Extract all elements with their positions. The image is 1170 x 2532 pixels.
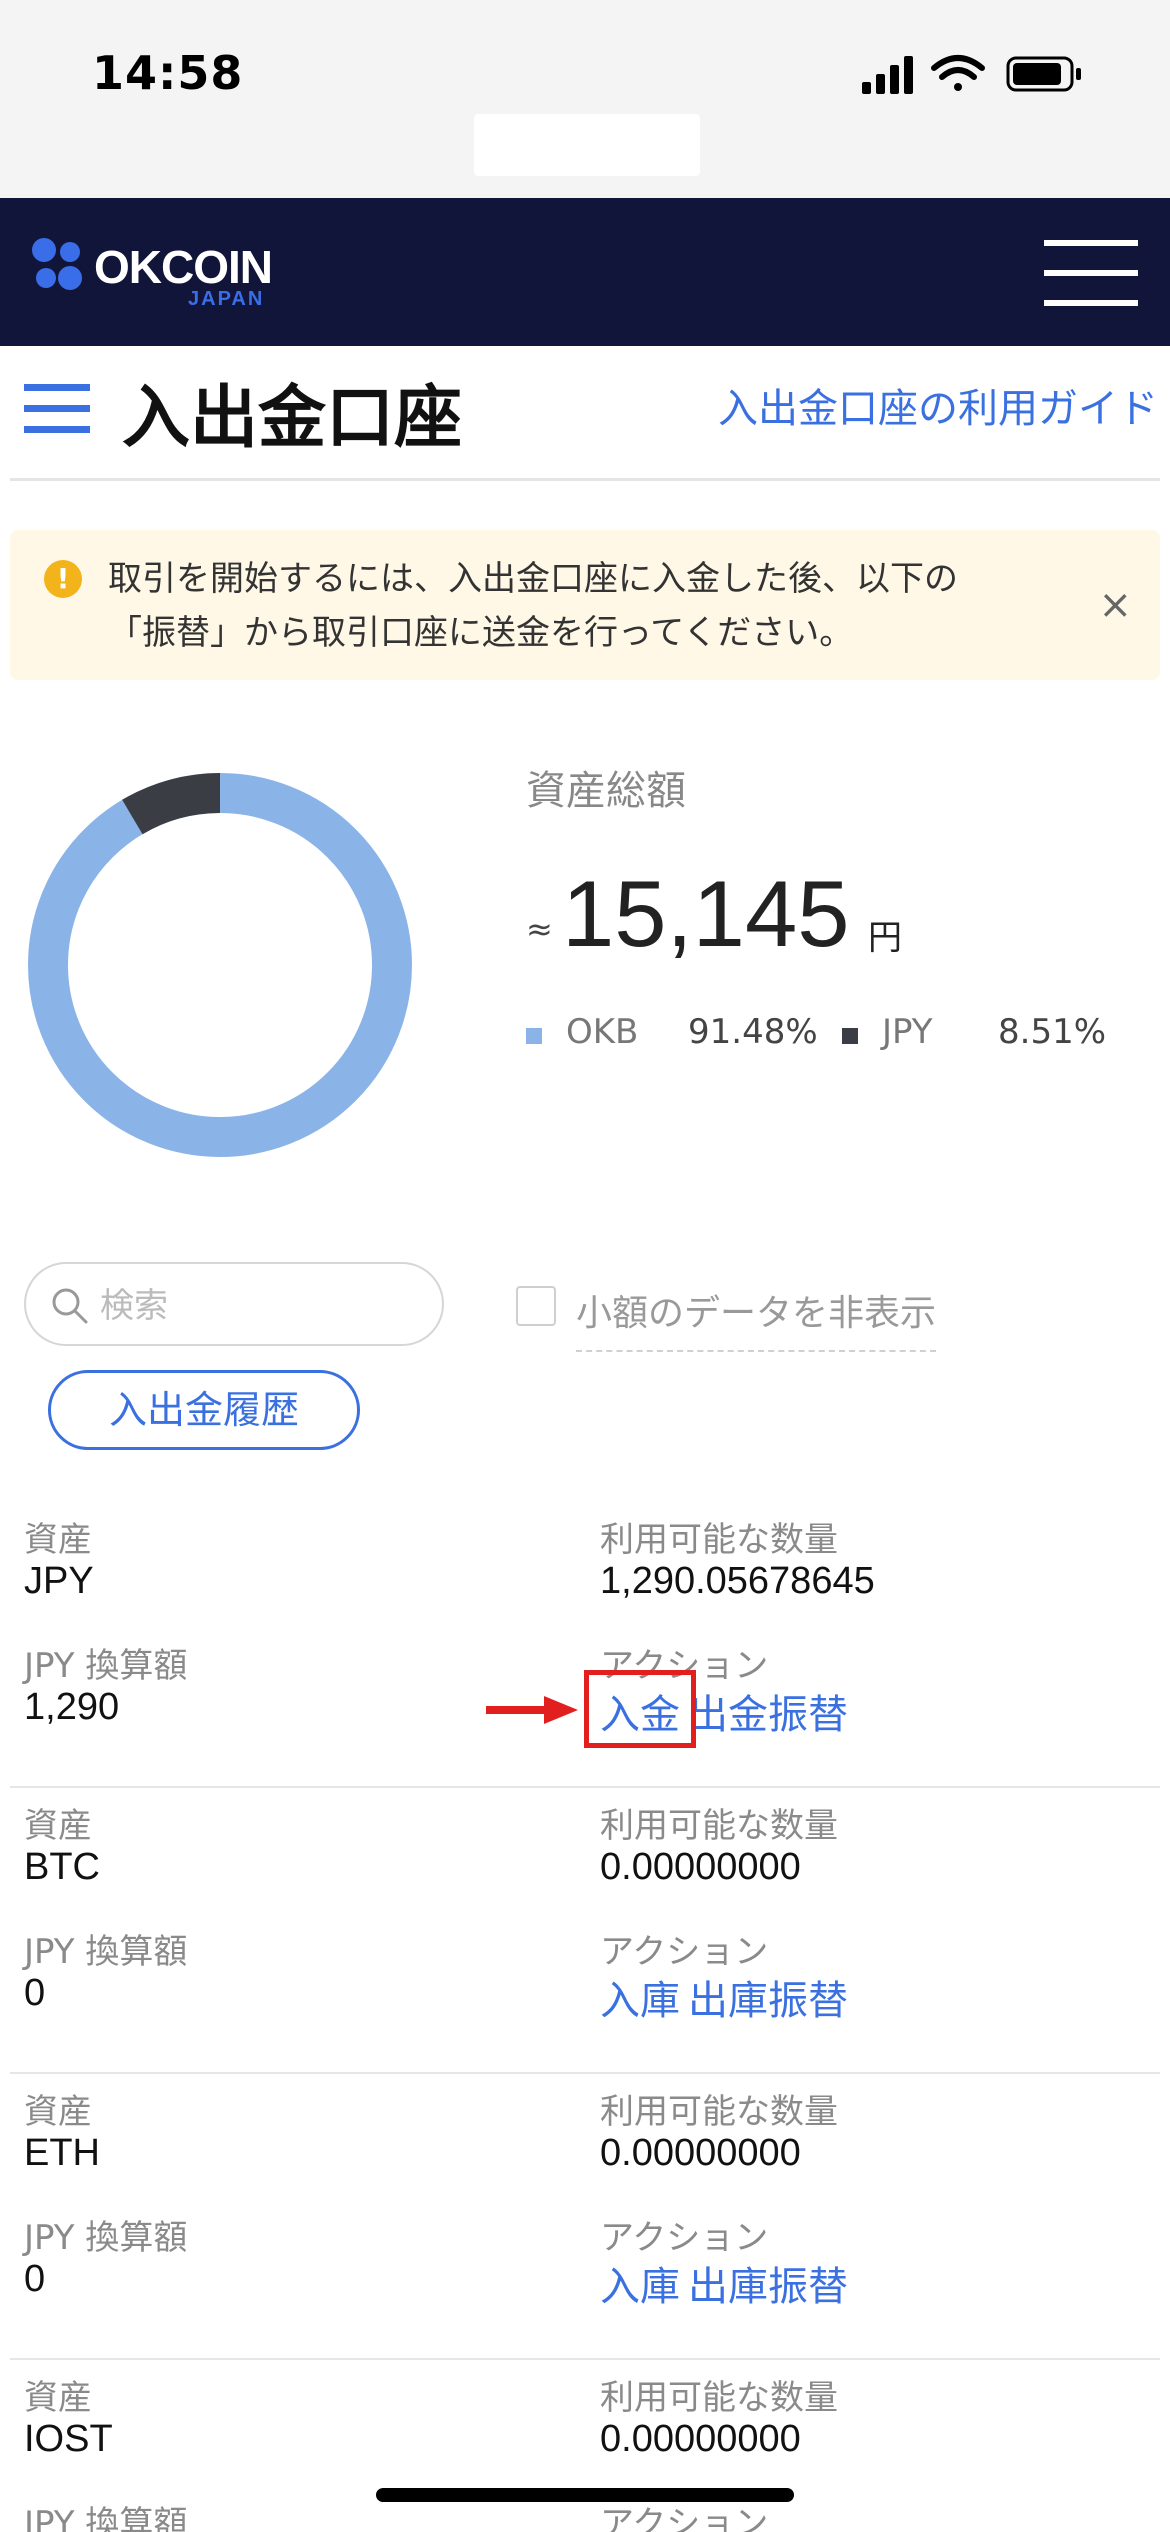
warning-icon: ! <box>44 560 82 598</box>
asset-symbol: BTC <box>24 1846 100 1888</box>
total-assets-value: 15,145 <box>562 861 850 966</box>
alert-line-2: 「振替」から取引口座に送金を行ってください。 <box>108 613 854 653</box>
available-amount: 0.00000000 <box>600 1846 801 1888</box>
jpy-value: 1,290 <box>24 1686 120 1728</box>
jpy-value-label: JPY 換算額 <box>24 1646 188 1686</box>
jpy-value-label: JPY 換算額 <box>24 2218 188 2258</box>
search-icon <box>52 1288 88 1324</box>
signal-icon <box>862 56 913 94</box>
withdraw-link[interactable]: 出金 <box>688 1682 768 1740</box>
page-title: 入出金口座 <box>122 379 463 458</box>
legend-name: JPY <box>882 1012 933 1052</box>
action-label: アクション <box>600 2218 769 2258</box>
alert-message: 取引を開始するには、入出金口座に入金した後、以下の 「振替」から取引口座に送金を… <box>108 552 1068 660</box>
okcoin-logo[interactable]: OKCOIN JAPAN <box>30 236 290 312</box>
home-indicator <box>376 2488 794 2502</box>
status-time: 14:58 <box>92 46 244 100</box>
legend-percent: 91.48% <box>688 1012 818 1052</box>
deposit-coin-link[interactable]: 入庫 <box>600 2254 680 2312</box>
jpy-value-label: JPY 換算額 <box>24 1932 188 1972</box>
legend-swatch <box>842 1028 858 1044</box>
red-arrow-icon <box>486 1696 578 1724</box>
withdraw-coin-link[interactable]: 出庫 <box>688 1968 768 2026</box>
asset-symbol: IOST <box>24 2418 113 2460</box>
deposit-coin-link[interactable]: 入庫 <box>600 1968 680 2026</box>
logo-dots-icon <box>32 238 82 290</box>
legend-name: OKB <box>566 1012 639 1052</box>
search-input[interactable] <box>100 1284 420 1328</box>
transfer-link[interactable]: 振替 <box>768 1682 848 1740</box>
donut-jpy-segment <box>122 773 221 835</box>
available-label: 利用可能な数量 <box>600 2092 838 2132</box>
asset-label: 資産 <box>24 2378 92 2418</box>
usage-guide-link[interactable]: 入出金口座の利用ガイド <box>718 376 1158 434</box>
withdraw-coin-link[interactable]: 出庫 <box>688 2254 768 2312</box>
donut-okb-segment <box>28 773 412 1157</box>
status-bar: 14:58 <box>0 0 1170 198</box>
battery-icon <box>1006 56 1081 92</box>
status-icons <box>862 55 1081 94</box>
jpy-value: 0 <box>24 2258 46 2300</box>
asset-row-eth: 資産 ETH 利用可能な数量 0.00000000 JPY 換算額 0 アクショ… <box>0 2074 1170 2360</box>
jpy-value: 0 <box>24 1972 46 2014</box>
close-icon[interactable]: × <box>1098 582 1132 628</box>
action-label: アクション <box>600 1932 769 1972</box>
info-alert: ! 取引を開始するには、入出金口座に入金した後、以下の 「振替」から取引口座に送… <box>10 530 1160 680</box>
available-amount: 0.00000000 <box>600 2418 801 2460</box>
sidebar-menu-icon[interactable] <box>24 384 90 434</box>
legend-swatch <box>526 1028 542 1044</box>
available-amount: 0.00000000 <box>600 2132 801 2174</box>
asset-donut-chart <box>28 773 412 1157</box>
asset-row-iost: 資産 IOST 利用可能な数量 0.00000000 JPY 換算額 アクション <box>0 2360 1170 2532</box>
asset-label: 資産 <box>24 2092 92 2132</box>
available-label: 利用可能な数量 <box>600 1520 838 1560</box>
hide-small-checkbox[interactable] <box>516 1286 556 1326</box>
logo-text: OKCOIN <box>94 241 273 293</box>
wifi-icon <box>931 55 985 91</box>
asset-label: 資産 <box>24 1806 92 1846</box>
approx-symbol: ≈ <box>526 910 553 948</box>
deposit-withdraw-history-button[interactable]: 入出金履歴 <box>48 1370 360 1450</box>
asset-symbol: JPY <box>24 1560 94 1602</box>
legend-percent: 8.51% <box>998 1012 1107 1052</box>
asset-symbol: ETH <box>24 2132 100 2174</box>
search-box[interactable] <box>24 1262 444 1346</box>
jpy-value-label: JPY 換算額 <box>24 2504 188 2532</box>
divider <box>10 478 1160 481</box>
available-amount: 1,290.05678645 <box>600 1560 875 1602</box>
url-bar[interactable] <box>474 114 700 176</box>
asset-label: 資産 <box>24 1520 92 1560</box>
title-row: 入出金口座 入出金口座の利用ガイド <box>0 346 1170 482</box>
hide-small-label: 小額のデータを非表示 <box>576 1284 937 1352</box>
transfer-link[interactable]: 振替 <box>768 2254 848 2312</box>
available-label: 利用可能な数量 <box>600 1806 838 1846</box>
highlight-box <box>584 1670 696 1748</box>
currency-unit: 円 <box>868 918 902 958</box>
total-assets-label: 資産総額 <box>526 768 686 814</box>
asset-row-btc: 資産 BTC 利用可能な数量 0.00000000 JPY 換算額 0 アクショ… <box>0 1788 1170 2074</box>
available-label: 利用可能な数量 <box>600 2378 838 2418</box>
header-menu-icon[interactable] <box>1044 240 1138 306</box>
asset-row-jpy: 資産 JPY 利用可能な数量 1,290.05678645 JPY 換算額 1,… <box>0 1502 1170 1788</box>
alert-line-1: 取引を開始するには、入出金口座に入金した後、以下の <box>108 559 958 599</box>
logo-subtext: JAPAN <box>188 288 265 310</box>
transfer-link[interactable]: 振替 <box>768 1968 848 2026</box>
app-header: OKCOIN JAPAN <box>0 198 1170 346</box>
